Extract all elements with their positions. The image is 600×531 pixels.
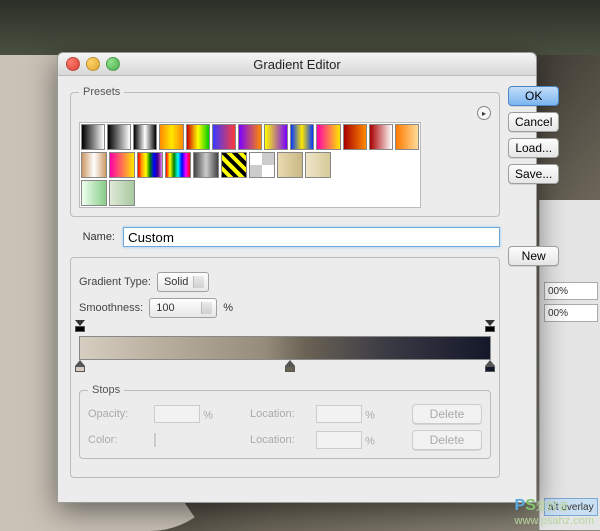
gradient-group: Gradient Type: Solid▴▾ Smoothness: 100▾ … bbox=[70, 257, 500, 478]
stops-group: Stops Opacity: % Location: % Delete Colo… bbox=[79, 384, 491, 459]
preset-swatch[interactable] bbox=[109, 180, 135, 206]
preset-swatch[interactable] bbox=[249, 152, 275, 178]
preset-swatch[interactable] bbox=[137, 152, 163, 178]
preset-swatch[interactable] bbox=[305, 152, 331, 178]
preset-swatch[interactable] bbox=[264, 124, 288, 150]
delete-opacity-button: Delete bbox=[412, 404, 482, 424]
color-loc-input bbox=[316, 431, 362, 449]
gradient-type-select[interactable]: Solid▴▾ bbox=[157, 272, 209, 292]
preset-swatch[interactable] bbox=[133, 124, 157, 150]
presets-group: Presets ▸ bbox=[70, 86, 500, 217]
delete-color-button: Delete bbox=[412, 430, 482, 450]
watermark: PS爱好者 www.psahz.com bbox=[515, 497, 594, 527]
name-label: Name: bbox=[70, 231, 115, 243]
preset-swatches bbox=[79, 122, 421, 208]
opacity-loc-input bbox=[316, 405, 362, 423]
preset-swatch[interactable] bbox=[81, 180, 107, 206]
smoothness-input[interactable]: 100▾ bbox=[149, 298, 217, 318]
preset-swatch[interactable] bbox=[316, 124, 340, 150]
preset-swatch[interactable] bbox=[395, 124, 419, 150]
preset-swatch[interactable] bbox=[81, 124, 105, 150]
titlebar[interactable]: Gradient Editor bbox=[58, 53, 536, 76]
preset-swatch[interactable] bbox=[165, 152, 191, 178]
new-button[interactable]: New bbox=[508, 246, 559, 266]
preset-swatch[interactable] bbox=[186, 124, 210, 150]
cancel-button[interactable]: Cancel bbox=[508, 112, 559, 132]
preset-swatch[interactable] bbox=[221, 152, 247, 178]
preset-swatch[interactable] bbox=[109, 152, 135, 178]
smoothness-label: Smoothness: bbox=[79, 302, 143, 314]
opacity-stop-input bbox=[154, 405, 200, 423]
flyout-menu-icon[interactable]: ▸ bbox=[477, 106, 491, 120]
dialog-title: Gradient Editor bbox=[58, 57, 536, 72]
ok-button[interactable]: OK bbox=[508, 86, 559, 106]
preset-swatch[interactable] bbox=[212, 124, 236, 150]
preset-swatch[interactable] bbox=[159, 124, 183, 150]
preset-swatch[interactable] bbox=[343, 124, 367, 150]
name-input[interactable] bbox=[123, 227, 500, 247]
gradient-editor-dialog: Gradient Editor Presets ▸ Name: Gradient… bbox=[57, 52, 537, 503]
preset-swatch[interactable] bbox=[369, 124, 393, 150]
presets-label: Presets bbox=[79, 86, 124, 98]
color-loc-label: Location: bbox=[250, 434, 310, 446]
save-button[interactable]: Save... bbox=[508, 164, 559, 184]
preset-swatch[interactable] bbox=[238, 124, 262, 150]
color-stops[interactable] bbox=[79, 360, 491, 374]
percent-label: % bbox=[223, 302, 233, 314]
stops-label: Stops bbox=[88, 384, 124, 396]
preset-swatch[interactable] bbox=[277, 152, 303, 178]
opacity-stop-label: Opacity: bbox=[88, 408, 148, 420]
preset-swatch[interactable] bbox=[81, 152, 107, 178]
gradient-type-label: Gradient Type: bbox=[79, 276, 151, 288]
color-stop-label: Color: bbox=[88, 434, 148, 446]
gradient-preview[interactable] bbox=[79, 336, 491, 360]
load-button[interactable]: Load... bbox=[508, 138, 559, 158]
opacity-loc-label: Location: bbox=[250, 408, 310, 420]
color-swatch bbox=[154, 433, 156, 447]
preset-swatch[interactable] bbox=[107, 124, 131, 150]
opacity-stops[interactable] bbox=[79, 320, 491, 332]
preset-swatch[interactable] bbox=[290, 124, 314, 150]
preset-swatch[interactable] bbox=[193, 152, 219, 178]
